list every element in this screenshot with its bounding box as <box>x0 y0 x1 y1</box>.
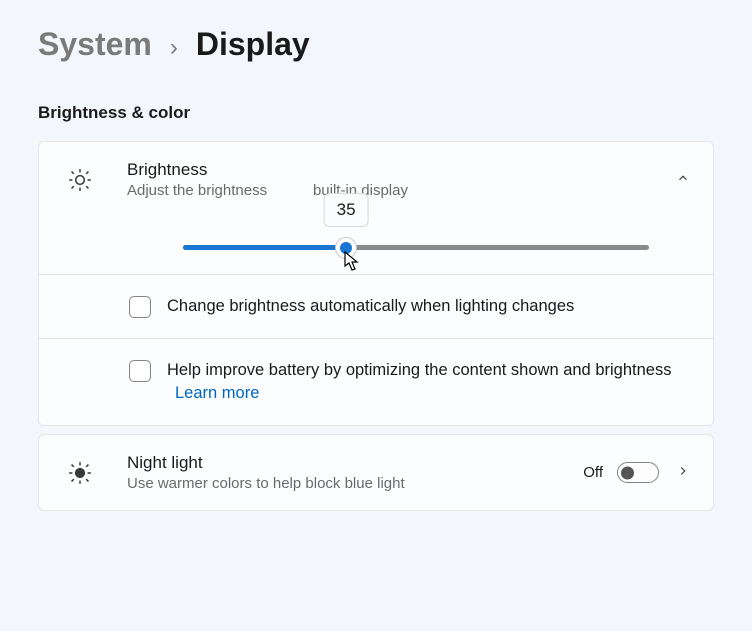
optimize-content-row: Help improve battery by optimizing the c… <box>39 338 713 425</box>
brightness-card: Brightness Adjust the brightness built-i… <box>38 141 714 426</box>
brightness-title: Brightness <box>127 160 655 180</box>
brightness-slider-container: 35 <box>51 245 693 250</box>
night-light-row[interactable]: Night light Use warmer colors to help bl… <box>39 435 713 510</box>
chevron-right-icon[interactable] <box>673 462 693 483</box>
optimize-content-label: Help improve battery by optimizing the c… <box>167 359 691 405</box>
chevron-up-icon[interactable] <box>673 169 693 190</box>
brightness-icon <box>51 167 109 193</box>
night-light-description: Use warmer colors to help block blue lig… <box>127 475 565 492</box>
learn-more-link[interactable]: Learn more <box>175 384 259 402</box>
brightness-value-tooltip: 35 <box>324 193 369 227</box>
brightness-description: Adjust the brightness built-in display <box>127 182 655 199</box>
breadcrumb-system[interactable]: System <box>38 26 152 63</box>
breadcrumb: System › Display <box>38 26 714 63</box>
page-title: Display <box>196 26 310 63</box>
auto-brightness-checkbox[interactable] <box>129 296 151 318</box>
night-light-toggle[interactable] <box>617 462 659 483</box>
section-header: Brightness & color <box>38 103 714 123</box>
brightness-row: Brightness Adjust the brightness built-i… <box>39 142 713 274</box>
optimize-content-checkbox[interactable] <box>129 360 151 382</box>
night-light-status: Off <box>583 464 603 481</box>
auto-brightness-label: Change brightness automatically when lig… <box>167 295 574 318</box>
night-light-title: Night light <box>127 453 565 473</box>
night-light-icon <box>51 460 109 486</box>
chevron-right-icon: › <box>170 34 178 62</box>
brightness-slider[interactable]: 35 <box>183 245 649 250</box>
brightness-slider-thumb[interactable] <box>335 237 357 259</box>
night-light-card: Night light Use warmer colors to help bl… <box>38 434 714 511</box>
auto-brightness-row: Change brightness automatically when lig… <box>39 274 713 338</box>
